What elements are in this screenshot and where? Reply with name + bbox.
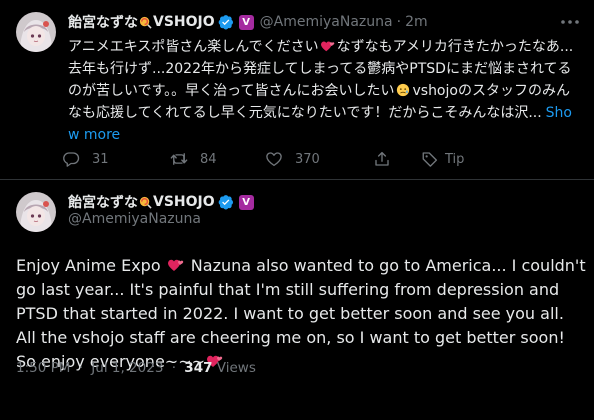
views-label: Views bbox=[216, 360, 256, 376]
tweet-timeline[interactable]: 飴宮なずな VSHOJO @AmemiyaNazuna · 2m アニメエキスポ… bbox=[0, 0, 594, 180]
tweet-meta: 1:50 PM · Jul 1, 2023 · 347 Views bbox=[16, 360, 256, 376]
verified-icon[interactable] bbox=[218, 194, 234, 210]
handle[interactable]: @AmemiyaNazuna bbox=[260, 14, 393, 30]
like-count: 370 bbox=[295, 151, 320, 167]
lollipop-icon bbox=[139, 16, 152, 29]
reply-count: 31 bbox=[92, 151, 109, 167]
separator: · bbox=[396, 14, 402, 30]
tweet-text: Enjoy Anime Expo Nazuna also wanted to g… bbox=[16, 254, 586, 374]
heart-emoji bbox=[320, 41, 334, 52]
retweet-icon bbox=[170, 153, 188, 165]
retweet-button[interactable]: 84 bbox=[170, 150, 265, 168]
verified-icon[interactable] bbox=[218, 14, 234, 30]
avatar[interactable] bbox=[16, 192, 56, 232]
tweet-expanded: 飴宮なずな VSHOJO @AmemiyaNazuna Enjoy Anime … bbox=[0, 180, 594, 420]
worried-face-emoji bbox=[397, 83, 410, 97]
post-time[interactable]: 1:50 PM bbox=[16, 360, 70, 376]
avatar[interactable] bbox=[16, 12, 56, 52]
retweet-count: 84 bbox=[200, 151, 217, 167]
display-name[interactable]: 飴宮なずな bbox=[68, 192, 138, 212]
tweet-header: 飴宮なずな VSHOJO bbox=[68, 192, 254, 212]
brand-name[interactable]: VSHOJO bbox=[153, 194, 215, 210]
tip-label: Tip bbox=[445, 151, 465, 167]
more-icon[interactable] bbox=[558, 10, 582, 34]
tweet-header: 飴宮なずな VSHOJO @AmemiyaNazuna · 2m bbox=[68, 12, 428, 32]
post-date[interactable]: Jul 1, 2023 bbox=[91, 360, 163, 376]
share-icon bbox=[375, 151, 389, 166]
like-icon bbox=[266, 152, 282, 167]
handle[interactable]: @AmemiyaNazuna bbox=[68, 211, 201, 227]
views-count: 347 bbox=[184, 360, 213, 376]
share-button[interactable] bbox=[373, 150, 421, 168]
like-button[interactable]: 370 bbox=[265, 150, 373, 168]
tweet-text: アニメエキスポ皆さん楽しんでください なずなもアメリカ行きたかったなあ...去年も… bbox=[68, 36, 580, 146]
vshojo-badge[interactable] bbox=[238, 194, 254, 210]
reply-icon bbox=[63, 152, 80, 167]
display-name[interactable]: 飴宮なずな bbox=[68, 12, 138, 32]
text-part-1: アニメエキスポ皆さん楽しんでください bbox=[68, 39, 319, 55]
separator: · bbox=[78, 360, 83, 376]
tip-button[interactable]: Tip bbox=[421, 150, 464, 168]
heart-emoji bbox=[167, 259, 183, 271]
action-bar: 31 84 370 Tip bbox=[62, 145, 464, 173]
separator: · bbox=[171, 360, 176, 376]
reply-button[interactable]: 31 bbox=[62, 150, 170, 168]
brand-name[interactable]: VSHOJO bbox=[153, 14, 215, 30]
vshojo-badge[interactable] bbox=[238, 14, 254, 30]
text-part-1: Enjoy Anime Expo bbox=[16, 256, 166, 275]
tip-icon bbox=[422, 152, 438, 167]
lollipop-icon bbox=[139, 196, 152, 209]
timestamp[interactable]: 2m bbox=[405, 14, 428, 30]
